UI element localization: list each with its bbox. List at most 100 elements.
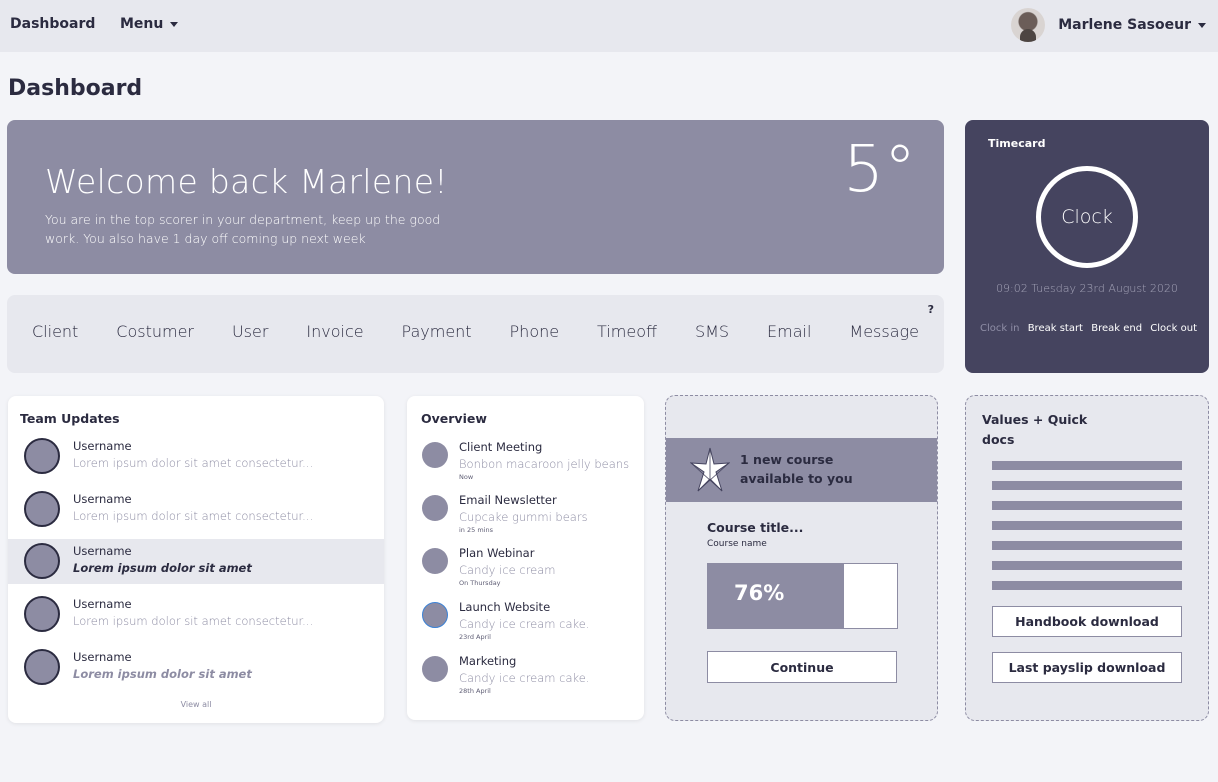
text-line-placeholder [992, 581, 1182, 590]
list-item[interactable]: Username Lorem ipsum dolor sit amet [8, 645, 384, 690]
user-name: Marlene Sasoeur [1058, 17, 1191, 33]
list-item[interactable]: Username Lorem ipsum dolor sit amet [8, 539, 384, 584]
event-time: 23rd April [459, 633, 491, 641]
menu-label: Menu [120, 16, 164, 32]
compass-star-icon [690, 447, 730, 492]
event-subtitle: Candy ice cream cake. [459, 617, 590, 631]
course-title: Course title... [707, 520, 804, 535]
list-item-username: Username [73, 650, 132, 664]
welcome-message: You are in the top scorer in your depart… [45, 212, 441, 246]
brand-link[interactable]: Dashboard [10, 16, 95, 32]
temperature-readout: 5° [843, 133, 916, 207]
event-time: On Thursday [459, 579, 501, 587]
list-item[interactable]: Username Lorem ipsum dolor sit amet cons… [8, 487, 384, 532]
event-title: Marketing [459, 654, 517, 668]
document-preview-lines [992, 461, 1182, 601]
overview-title: Overview [421, 411, 487, 426]
shortcut-invoice[interactable]: Invoice [306, 322, 363, 341]
list-item[interactable]: Plan Webinar Candy ice cream On Thursday [407, 546, 644, 594]
course-banner: 1 new course available to you [666, 438, 937, 502]
course-banner-text: 1 new course available to you [740, 452, 853, 486]
clock-out-button[interactable]: Clock out [1150, 323, 1197, 334]
top-bar: Dashboard Menu Marlene Sasoeur [0, 0, 1218, 52]
event-title: Launch Website [459, 600, 551, 614]
list-item-username: Username [73, 439, 132, 453]
view-all-link[interactable]: View all [8, 700, 384, 709]
text-line-placeholder [992, 481, 1182, 490]
event-dot-icon [422, 495, 448, 521]
shortcut-costumer[interactable]: Costumer [116, 322, 194, 341]
list-item[interactable]: Username Lorem ipsum dolor sit amet cons… [8, 592, 384, 637]
welcome-headline: Welcome back Marlene! [45, 162, 448, 201]
shortcut-client[interactable]: Client [32, 322, 78, 341]
continue-button[interactable]: Continue [707, 651, 897, 683]
event-dot-icon [422, 602, 448, 628]
shortcut-user[interactable]: User [232, 322, 268, 341]
text-line-placeholder [992, 461, 1182, 470]
shortcut-phone[interactable]: Phone [510, 322, 560, 341]
avatar [24, 596, 60, 632]
event-title: Email Newsletter [459, 493, 557, 507]
page-title: Dashboard [8, 76, 143, 101]
course-progress-bar: 76% [707, 563, 898, 629]
event-time: 28th April [459, 687, 491, 695]
shortcut-message[interactable]: Message [849, 322, 919, 341]
list-item[interactable]: Marketing Candy ice cream cake. 28th Apr… [407, 654, 644, 702]
event-time: in 25 mins [459, 526, 493, 534]
break-start-button[interactable]: Break start [1028, 323, 1083, 334]
avatar [1011, 8, 1046, 42]
help-icon[interactable]: ? [928, 303, 934, 316]
chevron-down-icon [170, 21, 179, 27]
timecard-panel: Timecard Clock 09:02 Tuesday 23rd August… [965, 120, 1209, 373]
menu-dropdown[interactable]: Menu [120, 16, 179, 32]
event-title: Client Meeting [459, 440, 543, 454]
clock-button[interactable]: Clock [1036, 166, 1138, 268]
team-updates-card: Team Updates Username Lorem ipsum dolor … [8, 396, 384, 723]
shortcut-bar: ? Client Costumer User Invoice Payment P… [7, 295, 944, 373]
list-item-message: Lorem ipsum dolor sit amet consectetur..… [73, 456, 314, 470]
list-item-username: Username [73, 597, 132, 611]
text-line-placeholder [992, 541, 1182, 550]
list-item[interactable]: Username Lorem ipsum dolor sit amet cons… [8, 434, 384, 479]
course-name: Course name [707, 539, 767, 549]
quick-docs-title: Values + Quick docs [982, 412, 1088, 447]
text-line-placeholder [992, 501, 1182, 510]
event-dot-icon [422, 548, 448, 574]
quick-docs-card: Values + Quick docs Handbook download La… [965, 395, 1209, 721]
course-progress-label: 76% [734, 581, 785, 605]
break-end-button[interactable]: Break end [1091, 323, 1142, 334]
avatar [24, 543, 60, 579]
list-item[interactable]: Email Newsletter Cupcake gummi bears in … [407, 493, 644, 541]
list-item-message: Lorem ipsum dolor sit amet consectetur..… [73, 614, 314, 628]
avatar [24, 649, 60, 685]
list-item[interactable]: Launch Website Candy ice cream cake. 23r… [407, 600, 644, 648]
handbook-download-button[interactable]: Handbook download [992, 606, 1182, 637]
list-item-message: Lorem ipsum dolor sit amet [73, 667, 252, 681]
user-menu[interactable]: Marlene Sasoeur [1011, 7, 1206, 43]
chevron-down-icon [1198, 22, 1206, 28]
payslip-download-button[interactable]: Last payslip download [992, 652, 1182, 683]
event-subtitle: Candy ice cream [459, 563, 556, 577]
shortcut-sms[interactable]: SMS [695, 322, 729, 341]
avatar [24, 491, 60, 527]
event-dot-icon [422, 656, 448, 682]
event-time: Now [459, 473, 474, 481]
event-title: Plan Webinar [459, 546, 535, 560]
team-updates-title: Team Updates [20, 411, 120, 426]
clock-label: Clock [1061, 206, 1113, 228]
course-card: 1 new course available to you Course tit… [665, 395, 938, 721]
list-item-message: Lorem ipsum dolor sit amet [73, 561, 252, 575]
current-datetime: 09:02 Tuesday 23rd August 2020 [996, 282, 1178, 295]
shortcut-timeoff[interactable]: Timeoff [597, 322, 657, 341]
shortcut-list: Client Costumer User Invoice Payment Pho… [32, 322, 919, 341]
list-item-username: Username [73, 544, 132, 558]
clock-in-button[interactable]: Clock in [980, 323, 1019, 334]
event-subtitle: Bonbon macaroon jelly beans [459, 457, 630, 471]
event-subtitle: Cupcake gummi bears [459, 510, 588, 524]
shortcut-email[interactable]: Email [767, 322, 811, 341]
text-line-placeholder [992, 561, 1182, 570]
timecard-title: Timecard [988, 137, 1046, 150]
list-item[interactable]: Client Meeting Bonbon macaroon jelly bea… [407, 440, 644, 488]
welcome-banner: Welcome back Marlene! You are in the top… [7, 120, 944, 274]
shortcut-payment[interactable]: Payment [402, 322, 472, 341]
